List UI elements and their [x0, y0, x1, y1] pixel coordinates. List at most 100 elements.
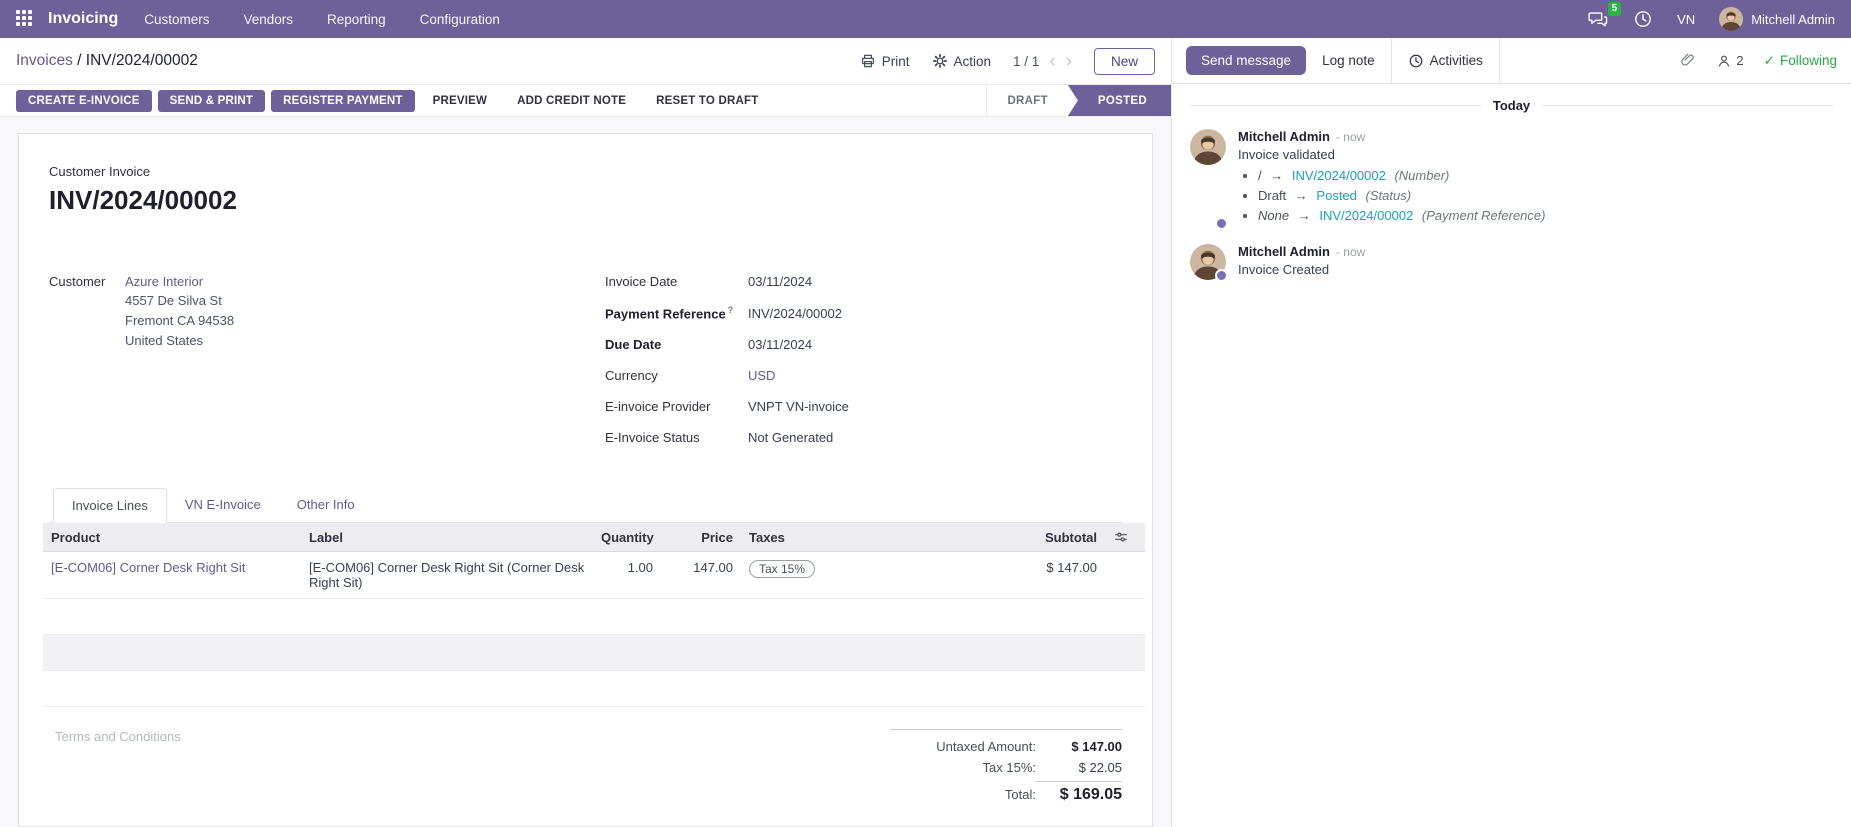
tracking-new-value-link[interactable]: Posted — [1316, 188, 1356, 203]
invoice-line-row[interactable]: [E-COM06] Corner Desk Right Sit [E-COM06… — [43, 552, 1145, 599]
tax-badge: Tax 15% — [749, 560, 815, 578]
chatter-message: Mitchell Admin - now Invoice Created — [1190, 244, 1833, 280]
message-time: - now — [1336, 130, 1365, 144]
field-payment-reference: Payment Reference? INV/2024/00002 — [605, 305, 1122, 321]
einvoice-status-value: Not Generated — [748, 430, 833, 445]
activities-button[interactable]: Activities — [1408, 53, 1483, 69]
line-price: 147.00 — [661, 552, 741, 599]
total-row: Total: $ 169.05 — [890, 778, 1122, 807]
top-navbar: Invoicing Customers Vendors Reporting Co… — [0, 0, 1851, 38]
stage-posted[interactable]: POSTED — [1068, 85, 1171, 116]
tracking-change-number: / → INV/2024/00002 (Number) — [1258, 168, 1545, 183]
message-author[interactable]: Mitchell Admin — [1238, 244, 1330, 259]
tracking-changes: / → INV/2024/00002 (Number) Draft → Post… — [1258, 168, 1545, 223]
statusbar: DRAFT POSTED — [986, 85, 1171, 116]
attachment-paperclip-icon[interactable] — [1679, 52, 1696, 69]
field-due-date: Due Date 03/11/2024 — [605, 337, 1122, 352]
line-label: [E-COM06] Corner Desk Right Sit (Corner … — [301, 552, 593, 599]
following-button[interactable]: ✓ Following — [1764, 53, 1837, 69]
col-header-label: Label — [301, 523, 593, 552]
product-link[interactable]: [E-COM06] Corner Desk Right Sit — [51, 560, 245, 575]
customer-link[interactable]: Azure Interior — [125, 274, 234, 289]
message-body: Invoice Created — [1238, 262, 1365, 277]
chatter-panel: Send message Log note Activities — [1171, 38, 1851, 827]
breadcrumb-separator: / — [73, 52, 86, 69]
presence-dot — [1215, 217, 1228, 230]
apps-grid-icon[interactable] — [16, 10, 34, 28]
tab-vn-einvoice[interactable]: VN E-Invoice — [167, 488, 279, 523]
print-icon — [860, 53, 876, 69]
invoice-date-value[interactable]: 03/11/2024 — [748, 274, 812, 289]
terms-placeholder[interactable]: Terms and Conditions — [49, 729, 181, 807]
app-name[interactable]: Invoicing — [48, 10, 118, 28]
line-quantity: 1.00 — [593, 552, 661, 599]
control-panel: Invoices / INV/2024/00002 Print — [0, 38, 1171, 84]
tab-other-info[interactable]: Other Info — [279, 488, 373, 523]
message-time: - now — [1336, 245, 1365, 259]
total-value: $ 169.05 — [1036, 781, 1122, 804]
due-date-value[interactable]: 03/11/2024 — [748, 337, 812, 352]
activity-clock-icon[interactable] — [1633, 9, 1653, 29]
help-icon: ? — [728, 305, 734, 315]
invoice-number: INV/2024/00002 — [49, 185, 1122, 216]
action-button[interactable]: Action — [932, 53, 992, 69]
print-button[interactable]: Print — [860, 53, 910, 69]
breadcrumb-current: INV/2024/00002 — [86, 52, 198, 69]
einvoice-provider-value[interactable]: VNPT VN-invoice — [748, 399, 849, 414]
send-message-button[interactable]: Send message — [1186, 46, 1306, 75]
tracking-new-value-link[interactable]: INV/2024/00002 — [1292, 168, 1386, 183]
document-type-label: Customer Invoice — [49, 164, 1122, 179]
pager-next-icon[interactable]: › — [1066, 52, 1072, 71]
menu-reporting[interactable]: Reporting — [327, 12, 386, 27]
date-divider: Today — [1190, 98, 1833, 113]
messages-icon[interactable]: 5 — [1587, 9, 1609, 29]
language-switch[interactable]: VN — [1677, 12, 1695, 27]
toolbar-divider — [1499, 38, 1500, 84]
field-einvoice-provider: E-invoice Provider VNPT VN-invoice — [605, 399, 1122, 414]
pager-previous-icon[interactable]: ‹ — [1049, 52, 1055, 71]
col-header-quantity: Quantity — [593, 523, 661, 552]
send-print-button[interactable]: SEND & PRINT — [158, 90, 266, 112]
create-einvoice-button[interactable]: CREATE E-INVOICE — [16, 90, 152, 112]
followers-button[interactable]: 2 — [1716, 53, 1743, 69]
field-invoice-date: Invoice Date 03/11/2024 — [605, 274, 1122, 289]
tax-row: Tax 15%: $ 22.05 — [890, 757, 1122, 778]
untaxed-amount-row: Untaxed Amount: $ 147.00 — [890, 736, 1122, 757]
empty-line-row — [43, 671, 1145, 707]
message-author[interactable]: Mitchell Admin — [1238, 129, 1330, 144]
message-avatar[interactable] — [1190, 129, 1226, 165]
breadcrumb-invoices[interactable]: Invoices — [16, 52, 73, 69]
add-credit-note-button[interactable]: ADD CREDIT NOTE — [505, 90, 638, 112]
col-header-price: Price — [661, 523, 741, 552]
chatter-toolbar: Send message Log note Activities — [1172, 38, 1851, 84]
preview-button[interactable]: PREVIEW — [421, 90, 499, 112]
new-button[interactable]: New — [1094, 48, 1155, 75]
form-background: Customer Invoice INV/2024/00002 Customer… — [0, 117, 1171, 827]
reset-to-draft-button[interactable]: RESET TO DRAFT — [644, 90, 770, 112]
menu-vendors[interactable]: Vendors — [244, 12, 294, 27]
optional-columns-icon[interactable] — [1105, 523, 1145, 552]
stage-draft[interactable]: DRAFT — [987, 85, 1067, 116]
currency-link[interactable]: USD — [748, 368, 775, 383]
pager[interactable]: 1 / 1 ‹ › — [1013, 52, 1072, 71]
col-header-taxes: Taxes — [741, 523, 995, 552]
tracking-new-value-link[interactable]: INV/2024/00002 — [1319, 208, 1413, 223]
menu-configuration[interactable]: Configuration — [420, 12, 500, 27]
empty-line-row — [43, 599, 1145, 635]
messages-badge: 5 — [1608, 2, 1622, 16]
field-currency: Currency USD — [605, 368, 1122, 383]
col-header-subtotal: Subtotal — [995, 523, 1105, 552]
register-payment-button[interactable]: REGISTER PAYMENT — [271, 90, 415, 112]
empty-line-row — [43, 635, 1145, 671]
user-name: Mitchell Admin — [1751, 12, 1835, 27]
menu-customers[interactable]: Customers — [144, 12, 209, 27]
tab-invoice-lines[interactable]: Invoice Lines — [53, 488, 167, 523]
tracking-change-payment-reference: None → INV/2024/00002 (Payment Reference… — [1258, 208, 1545, 223]
col-header-product: Product — [43, 523, 301, 552]
log-note-button[interactable]: Log note — [1322, 53, 1375, 68]
tax-value: $ 22.05 — [1036, 760, 1122, 775]
payment-reference-value[interactable]: INV/2024/00002 — [748, 306, 842, 321]
invoice-lines-table: Product Label Quantity Price Taxes Subto… — [43, 523, 1145, 707]
user-menu[interactable]: Mitchell Admin — [1719, 7, 1835, 31]
message-body: Invoice validated — [1238, 147, 1545, 162]
